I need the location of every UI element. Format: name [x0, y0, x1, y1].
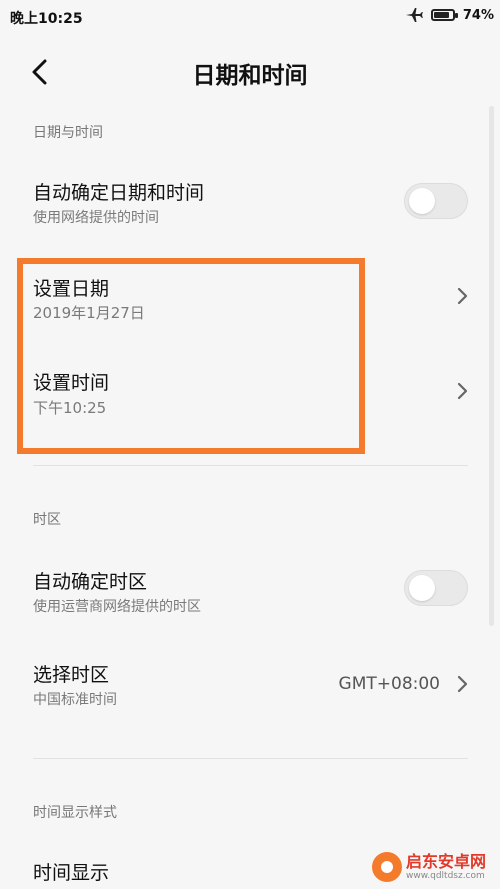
watermark-url: www.qdltdsz.com [406, 870, 485, 881]
highlight-box [17, 258, 365, 454]
timezone-value: GMT+08:00 [338, 674, 440, 694]
status-icons: 74% [405, 7, 494, 23]
page-title: 日期和时间 [192, 63, 308, 89]
status-time: 晚上10:25 [10, 11, 83, 27]
auto-date-time-row[interactable]: 自动确定日期和时间 使用网络提供的时间 [0, 165, 500, 245]
auto-timezone-title: 自动确定时区 [33, 571, 148, 593]
battery-percent: 74% [462, 7, 494, 23]
section-header-date-time: 日期与时间 [33, 125, 103, 141]
airplane-mode-icon [405, 8, 423, 22]
watermark-logo-icon [372, 852, 402, 882]
toggle-knob [409, 575, 435, 601]
section-header-timezone: 时区 [33, 512, 61, 528]
auto-date-time-title: 自动确定日期和时间 [33, 182, 205, 204]
auto-timezone-subtitle: 使用运营商网络提供的时区 [33, 599, 201, 615]
chevron-right-icon [457, 287, 468, 305]
title-bar: 日期和时间 [0, 44, 500, 100]
auto-timezone-toggle[interactable] [404, 570, 468, 606]
auto-date-time-subtitle: 使用网络提供的时间 [33, 210, 159, 226]
chevron-right-icon [457, 675, 468, 693]
toggle-knob [409, 188, 435, 214]
time-display-title: 时间显示 [33, 862, 110, 884]
divider [33, 758, 468, 759]
select-timezone-title: 选择时区 [33, 664, 110, 686]
auto-timezone-row[interactable]: 自动确定时区 使用运营商网络提供的时区 [0, 555, 500, 635]
watermark-text: 启东安卓网 www.qdltdsz.com [406, 851, 487, 882]
battery-level [433, 12, 449, 18]
battery-icon [430, 9, 458, 21]
divider [33, 465, 468, 466]
select-timezone-subtitle: 中国标准时间 [33, 692, 117, 708]
section-header-display-style: 时间显示样式 [33, 805, 117, 821]
chevron-right-icon [457, 382, 468, 400]
select-timezone-row[interactable]: 选择时区 中国标准时间 GMT+08:00 [0, 650, 500, 730]
watermark-name: 启东安卓网 [406, 851, 487, 871]
auto-date-time-toggle[interactable] [404, 183, 468, 219]
watermark: 启东安卓网 www.qdltdsz.com [372, 852, 486, 882]
status-bar: 晚上10:25 74% [0, 0, 500, 34]
